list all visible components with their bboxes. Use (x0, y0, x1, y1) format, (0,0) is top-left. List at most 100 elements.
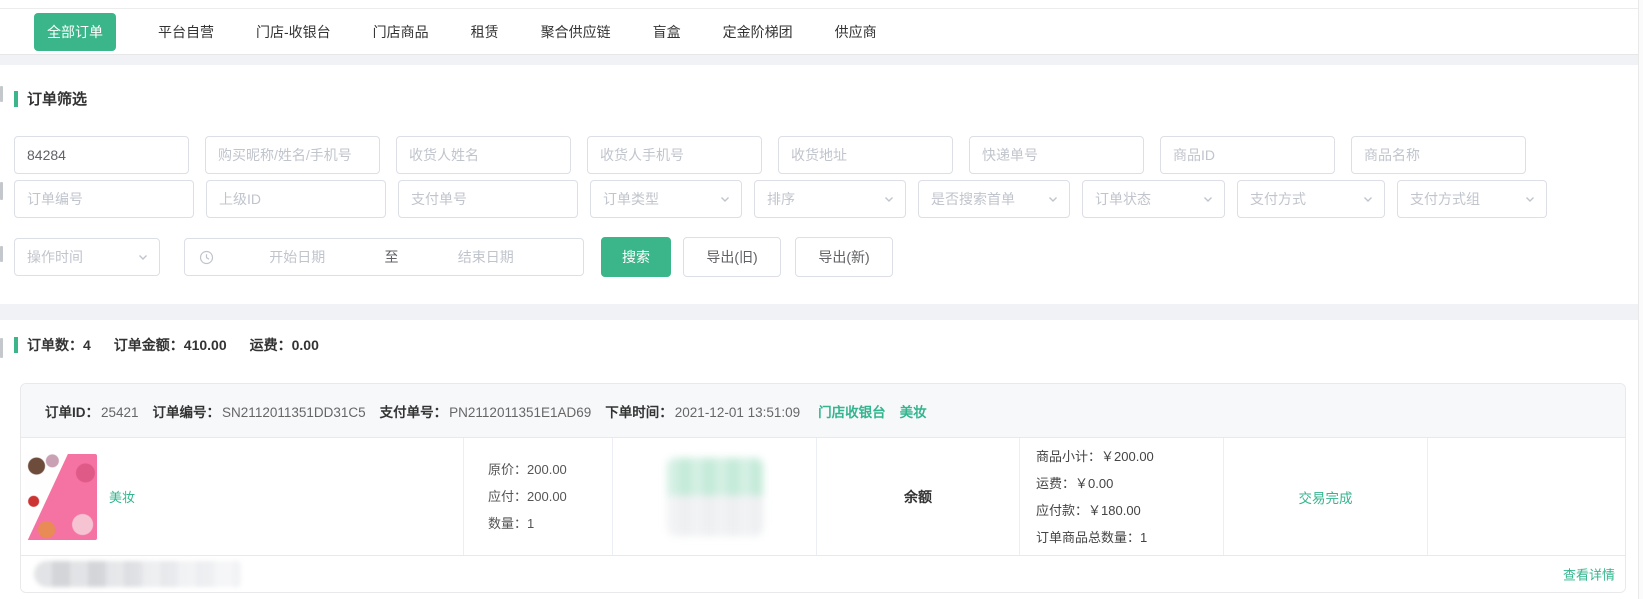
tab-store-cashier[interactable]: 门店-收银台 (256, 22, 331, 42)
payment-method-group-select[interactable]: 支付方式组 (1397, 180, 1547, 218)
top-strip (0, 0, 1643, 9)
tab-aggregate-supply-chain[interactable]: 聚合供应链 (541, 22, 611, 42)
clock-icon (199, 250, 214, 265)
total-quantity: 订单商品总数量：1 (1036, 524, 1223, 551)
payment-sn-field: 支付单号：PN2112011351E1AD69 (380, 401, 592, 421)
actions-column (1428, 438, 1625, 555)
order-status-text: 交易完成 (1299, 487, 1353, 507)
chevron-down-icon (137, 251, 149, 263)
payment-method-column: 余额 (817, 438, 1020, 555)
chevron-down-icon (1524, 193, 1536, 205)
order-time-field: 下单时间：2021-12-01 13:51:09 (605, 401, 800, 421)
tab-blind-box[interactable]: 盲盒 (653, 22, 681, 42)
chevron-down-icon (719, 193, 731, 205)
chevron-down-icon (883, 193, 895, 205)
left-edge-artifact (0, 246, 3, 262)
tab-platform-self[interactable]: 平台自营 (158, 22, 214, 42)
first-order-select-label: 是否搜索首单 (931, 189, 1015, 209)
order-status-select[interactable]: 订单状态 (1082, 180, 1225, 218)
filter-panel: 订单筛选 订单类型 排序 是否搜索首单 订单状态 支付方 (0, 65, 1643, 304)
payment-method-group-select-label: 支付方式组 (1410, 189, 1480, 209)
section-title-text: 订单筛选 (27, 88, 87, 109)
payment-method-select[interactable]: 支付方式 (1237, 180, 1385, 218)
store-cashier-tag: 门店收银台 (818, 401, 886, 421)
product-column: 美妆 (21, 438, 464, 555)
chevron-down-icon (1362, 193, 1374, 205)
quantity: 数量：1 (488, 510, 612, 537)
operation-time-select-label: 操作时间 (27, 247, 83, 267)
consignee-phone-input[interactable] (587, 136, 762, 174)
product-image (25, 454, 97, 540)
order-type-select[interactable]: 订单类型 (590, 180, 742, 218)
totals-column: 商品小计：￥200.00 运费：￥0.00 应付款：￥180.00 订单商品总数… (1020, 438, 1224, 555)
subtotal: 商品小计：￥200.00 (1036, 443, 1223, 470)
order-card-footer: 查看详情 (21, 555, 1625, 592)
first-order-select[interactable]: 是否搜索首单 (918, 180, 1070, 218)
shipping-fee: 运费：￥0.00 (1036, 470, 1223, 497)
payment-method-select-label: 支付方式 (1250, 189, 1306, 209)
parent-id-input[interactable] (206, 180, 386, 218)
product-name-link[interactable]: 美妆 (109, 487, 135, 506)
price-column: 原价：200.00 应付：200.00 数量：1 (464, 438, 613, 555)
order-card-body: 美妆 原价：200.00 应付：200.00 数量：1 余额 商品小计：￥200… (21, 438, 1625, 555)
order-sn-input[interactable] (14, 180, 194, 218)
section-accent-bar (14, 91, 18, 107)
filter-row-1 (14, 136, 1629, 174)
footer-note-redacted (34, 561, 241, 587)
start-date-input[interactable]: 开始日期 (214, 247, 381, 267)
scrollbar[interactable] (1638, 0, 1643, 599)
chevron-down-icon (1047, 193, 1059, 205)
order-status-select-label: 订单状态 (1095, 189, 1151, 209)
results-panel: 订单数：4 订单金额：410.00 运费：0.00 订单ID：25421 订单编… (0, 320, 1643, 599)
order-count: 订单数：4 (27, 335, 91, 355)
export-old-button[interactable]: 导出(旧) (683, 237, 781, 277)
export-new-button[interactable]: 导出(新) (795, 237, 893, 277)
buyer-nickname-input[interactable] (205, 136, 380, 174)
filter-row-3: 操作时间 开始日期 至 结束日期 搜索 导出(旧) 导出(新) (14, 237, 1629, 277)
filter-row-2: 订单类型 排序 是否搜索首单 订单状态 支付方式 支付方式组 (14, 180, 1629, 218)
product-id-input[interactable] (1160, 136, 1335, 174)
summary-accent-bar (14, 337, 18, 353)
sort-select-label: 排序 (767, 189, 795, 209)
order-sn-field: 订单编号：SN2112011351DD31C5 (153, 401, 366, 421)
section-title-order-filter: 订单筛选 (14, 88, 1629, 109)
operation-time-select[interactable]: 操作时间 (14, 238, 160, 276)
tab-store-goods[interactable]: 门店商品 (373, 22, 429, 42)
order-card: 订单ID：25421 订单编号：SN2112011351DD31C5 支付单号：… (20, 383, 1626, 593)
tab-supplier[interactable]: 供应商 (835, 22, 877, 42)
order-type-select-label: 订单类型 (603, 189, 659, 209)
tracking-number-input[interactable] (969, 136, 1144, 174)
order-id-field: 订单ID：25421 (45, 401, 139, 421)
payable-price: 应付：200.00 (488, 483, 612, 510)
sort-select[interactable]: 排序 (754, 180, 906, 218)
payment-method-label: 余额 (904, 487, 932, 507)
consignee-name-input[interactable] (396, 136, 571, 174)
search-button[interactable]: 搜索 (601, 237, 671, 277)
tab-deposit-ladder-group[interactable]: 定金阶梯团 (723, 22, 793, 42)
shipping-address-input[interactable] (778, 136, 953, 174)
end-date-input[interactable]: 结束日期 (403, 247, 570, 267)
order-type-tabs: 全部订单 平台自营 门店-收银台 门店商品 租赁 聚合供应链 盲盒 定金阶梯团 … (0, 9, 1643, 55)
buyer-info-redacted (667, 458, 763, 536)
left-edge-artifact (0, 338, 3, 358)
product-name-input[interactable] (1351, 136, 1526, 174)
date-range-separator: 至 (381, 247, 403, 267)
tab-all-orders[interactable]: 全部订单 (34, 13, 116, 51)
amount-payable: 应付款：￥180.00 (1036, 497, 1223, 524)
status-column: 交易完成 (1224, 438, 1428, 555)
left-edge-artifact (0, 86, 3, 102)
category-tag: 美妆 (900, 401, 927, 421)
order-summary-bar: 订单数：4 订单金额：410.00 运费：0.00 (0, 335, 1643, 355)
order-amount: 订单金额：410.00 (114, 335, 227, 355)
date-range-picker[interactable]: 开始日期 至 结束日期 (184, 238, 584, 276)
view-detail-link[interactable]: 查看详情 (1563, 565, 1615, 584)
buyer-column (613, 438, 817, 555)
payment-sn-input[interactable] (398, 180, 578, 218)
left-edge-artifact (0, 182, 3, 200)
order-card-header: 订单ID：25421 订单编号：SN2112011351DD31C5 支付单号：… (21, 384, 1625, 438)
keyword-input[interactable] (14, 136, 189, 174)
shipping-total: 运费：0.00 (250, 335, 319, 355)
chevron-down-icon (1202, 193, 1214, 205)
original-price: 原价：200.00 (488, 456, 612, 483)
tab-rental[interactable]: 租赁 (471, 22, 499, 42)
